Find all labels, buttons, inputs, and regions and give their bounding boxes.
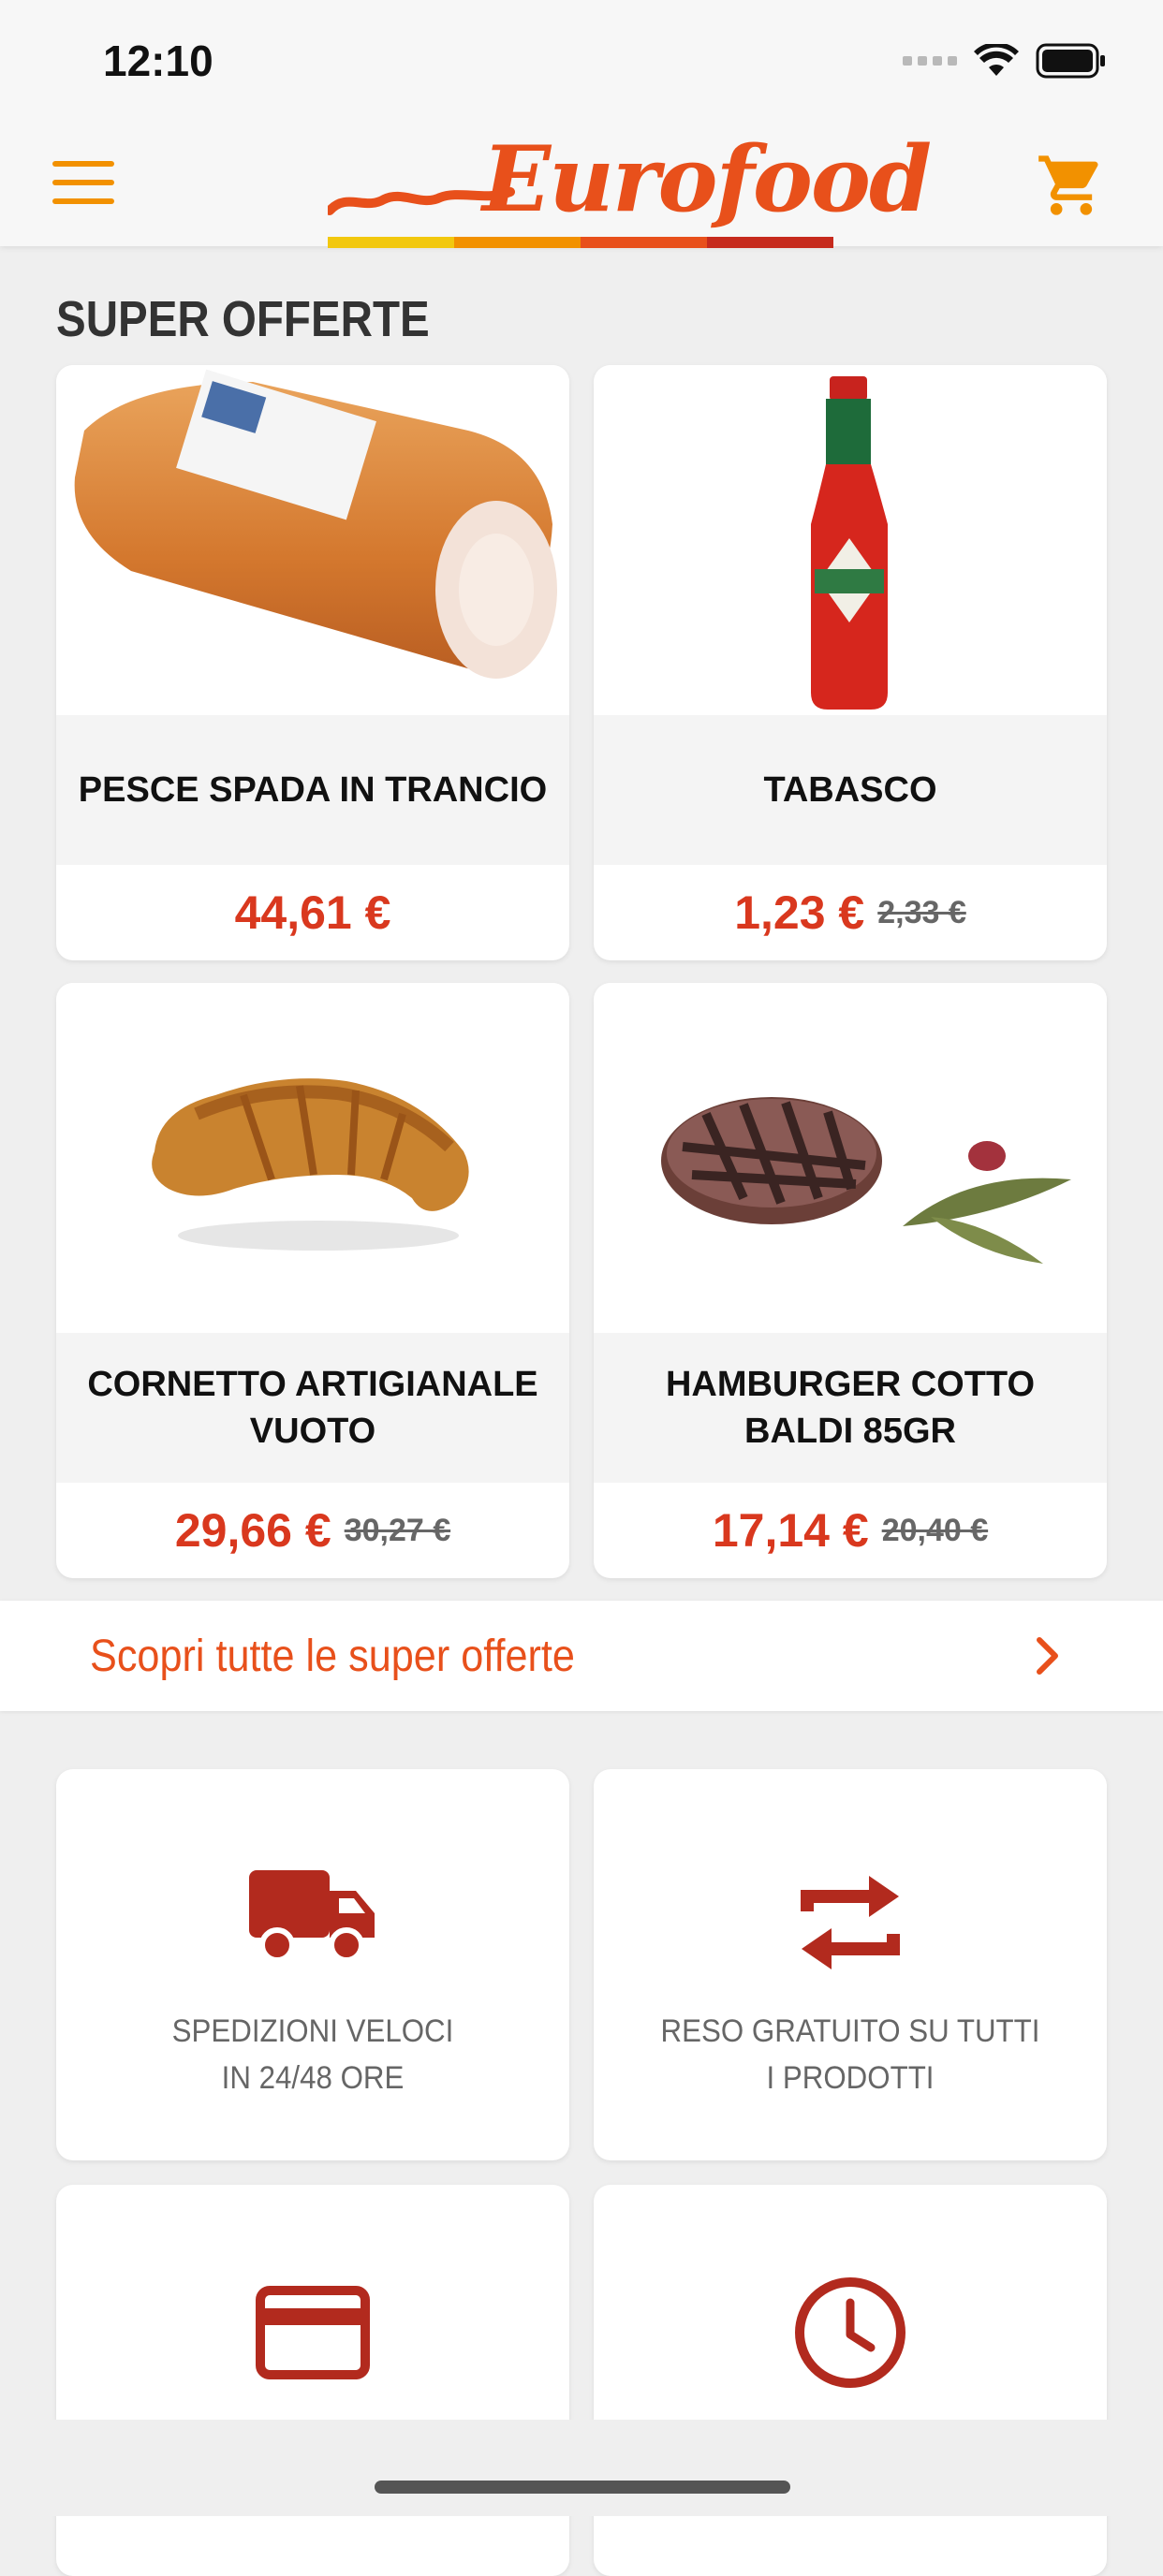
product-price: 44,61 €	[234, 886, 391, 939]
product-price-row: 1,23 € 2,33 €	[594, 865, 1107, 960]
all-offers-label: Scopri tutte le super offerte	[90, 1632, 575, 1681]
logo-text: Eurofood	[482, 126, 932, 232]
feature-card-returns: RESO GRATUITO SU TUTTI I PRODOTTI	[594, 1769, 1107, 2160]
product-card[interactable]: HAMBURGER COTTO BALDI 85GR 17,14 € 20,40…	[594, 983, 1107, 1578]
product-card[interactable]: PESCE SPADA IN TRANCIO 44,61 €	[56, 365, 569, 960]
home-indicator[interactable]	[375, 2481, 790, 2494]
signal-icon	[903, 56, 957, 66]
feature-card-shipping: SPEDIZIONI VELOCI IN 24/48 ORE	[56, 1769, 569, 2160]
product-image	[56, 365, 569, 715]
product-price: 17,14 €	[712, 1504, 869, 1557]
feature-line: SPEDIZIONI VELOCI	[171, 2013, 454, 2049]
product-card[interactable]: CORNETTO ARTIGIANALE VUOTO 29,66 € 30,27…	[56, 983, 569, 1578]
logo-stripes	[328, 237, 833, 248]
product-name: TABASCO	[594, 715, 1107, 865]
product-old-price: 20,40 €	[881, 1512, 989, 1548]
product-price-row: 44,61 €	[56, 865, 569, 960]
clock-icon	[594, 2277, 1107, 2391]
product-old-price: 2,33 €	[877, 894, 966, 930]
feature-line: IN 24/48 ORE	[221, 2060, 405, 2096]
product-price-row: 29,66 € 30,27 €	[56, 1483, 569, 1578]
feature-text: SPEDIZIONI VELOCI IN 24/48 ORE	[77, 2008, 549, 2101]
feature-card-payment	[56, 2185, 569, 2576]
feature-text: RESO GRATUITO SU TUTTI I PRODOTTI	[614, 2008, 1086, 2101]
brand-logo[interactable]: Eurofood	[328, 126, 932, 248]
swap-arrows-icon	[594, 1870, 1107, 1975]
wifi-icon	[974, 44, 1019, 78]
cart-icon[interactable]	[1036, 150, 1107, 221]
section-title: SUPER OFFERTE	[56, 291, 430, 347]
status-icons	[903, 43, 1107, 79]
product-name: CORNETTO ARTIGIANALE VUOTO	[56, 1333, 569, 1483]
product-image	[594, 365, 1107, 715]
feature-line: I PRODOTTI	[766, 2060, 935, 2096]
product-card[interactable]: TABASCO 1,23 € 2,33 €	[594, 365, 1107, 960]
truck-icon	[56, 1870, 569, 1964]
product-image	[594, 983, 1107, 1333]
credit-card-icon	[56, 2286, 569, 2379]
product-price: 29,66 €	[174, 1504, 331, 1557]
product-old-price: 30,27 €	[344, 1512, 451, 1548]
menu-icon[interactable]	[52, 161, 114, 204]
product-price-row: 17,14 € 20,40 €	[594, 1483, 1107, 1578]
feature-line: RESO GRATUITO SU TUTTI	[660, 2013, 1040, 2049]
feature-card-time	[594, 2185, 1107, 2576]
bottom-safe-area	[0, 2420, 1163, 2516]
product-price: 1,23 €	[734, 886, 865, 939]
app-header: 12:10 Eurofood	[0, 0, 1163, 248]
product-image	[56, 983, 569, 1333]
battery-icon	[1036, 43, 1107, 79]
product-name: PESCE SPADA IN TRANCIO	[56, 715, 569, 865]
chevron-right-icon	[1036, 1636, 1060, 1680]
product-name: HAMBURGER COTTO BALDI 85GR	[594, 1333, 1107, 1483]
status-time: 12:10	[103, 37, 213, 85]
all-offers-link[interactable]: Scopri tutte le super offerte	[0, 1601, 1163, 1711]
